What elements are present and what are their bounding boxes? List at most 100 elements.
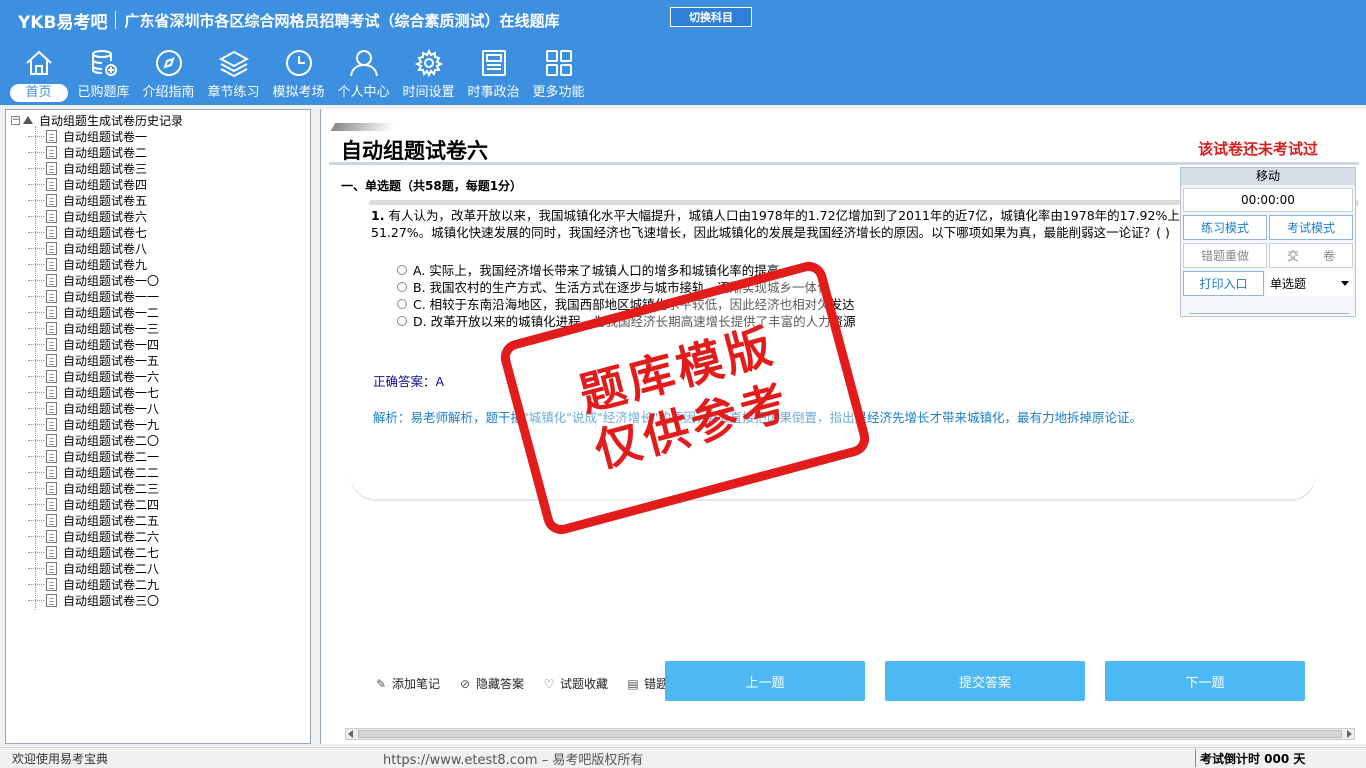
tree-item-label: 自动组题试卷一二 xyxy=(63,305,160,320)
tree-connector xyxy=(28,391,44,393)
tree-item[interactable]: 自动组题试卷一一 xyxy=(28,288,159,304)
tree-item[interactable]: 自动组题试卷一二 xyxy=(28,304,159,320)
favorite-button[interactable]: ♡ 试题收藏 xyxy=(542,675,608,692)
submit-paper-button[interactable]: 交 卷 xyxy=(1269,243,1353,268)
tree-list: 自动组题试卷一 自动组题试卷二 自动组题试卷三 自动组题试卷四 自动组题试卷五 自动组题试… xyxy=(28,128,159,608)
radio-button[interactable] xyxy=(397,281,407,292)
tree-connector xyxy=(28,535,44,537)
nav-chapter[interactable]: 章节练习 xyxy=(201,46,266,104)
tree-connector xyxy=(28,551,44,553)
prev-question-button[interactable]: 上一题 xyxy=(665,661,865,701)
tree-item[interactable]: 自动组题试卷五 xyxy=(28,192,159,208)
nav-personal[interactable]: 个人中心 xyxy=(331,46,396,104)
tree-item[interactable]: 自动组题试卷一九 xyxy=(28,416,159,432)
print-button[interactable]: 打印入口 xyxy=(1183,271,1264,296)
nav-mock-exam[interactable]: 模拟考场 xyxy=(266,46,331,104)
drag-handle[interactable]: 移动 xyxy=(1181,168,1355,185)
radio-button[interactable] xyxy=(397,315,407,326)
tree-item-label: 自动组题试卷三 xyxy=(63,161,148,176)
tree-item[interactable]: 自动组题试卷二九 xyxy=(28,576,159,592)
practice-mode-button[interactable]: 练习模式 xyxy=(1183,215,1267,240)
hide-answer-button[interactable]: ⊘ 隐藏答案 xyxy=(458,675,524,692)
radio-button[interactable] xyxy=(397,298,407,309)
tree-connector xyxy=(28,231,44,233)
tree-item[interactable]: 自动组题试卷七 xyxy=(28,224,159,240)
document-icon xyxy=(46,289,57,303)
tree-item[interactable]: 自动组题试卷一五 xyxy=(28,352,159,368)
tree-connector xyxy=(28,471,44,473)
horizontal-scrollbar[interactable] xyxy=(345,728,1355,740)
tree-connector xyxy=(28,343,44,345)
main-nav: 首页 已购题库 介绍指南 章节练习 模拟考场 个人中心 时间设置 时事政治 更多… xyxy=(6,46,591,104)
tree-connector xyxy=(28,359,44,361)
tree-item[interactable]: 自动组题试卷二二 xyxy=(28,464,159,480)
title-decoration xyxy=(330,123,396,131)
tree-item[interactable]: 自动组题试卷二三 xyxy=(28,480,159,496)
tree-connector xyxy=(28,567,44,569)
tree-item[interactable]: 自动组题试卷一三 xyxy=(28,320,159,336)
panel-divider xyxy=(1189,313,1349,314)
tree-item[interactable]: 自动组题试卷二七 xyxy=(28,544,159,560)
tree-root[interactable]: − 自动组题生成试卷历史记录 xyxy=(11,112,183,128)
tree-item[interactable]: 自动组题试卷一六 xyxy=(28,368,159,384)
nav-more[interactable]: 更多功能 xyxy=(526,46,591,104)
wrong-question-button[interactable]: ▤ 错题 xyxy=(626,675,668,692)
tree-item[interactable]: 自动组题试卷六 xyxy=(28,208,159,224)
question-stem: 1. 有人认为，改革开放以来，我国城镇化水平大幅提升，城镇人口由1978年的1.… xyxy=(371,207,1291,241)
tree-item[interactable]: 自动组题试卷二六 xyxy=(28,528,159,544)
nav-label: 首页 xyxy=(9,84,68,102)
tree-connector xyxy=(28,423,44,425)
radio-button[interactable] xyxy=(397,264,407,275)
tree-item[interactable]: 自动组题试卷二五 xyxy=(28,512,159,528)
submit-answer-button[interactable]: 提交答案 xyxy=(885,661,1085,701)
tree-item[interactable]: 自动组题试卷二四 xyxy=(28,496,159,512)
tree-item[interactable]: 自动组题试卷一 xyxy=(28,128,159,144)
scroll-right-icon[interactable] xyxy=(1347,730,1352,738)
nav-current-affairs[interactable]: 时事政治 xyxy=(461,46,526,104)
tree-item[interactable]: 自动组题试卷三〇 xyxy=(28,592,159,608)
tree-item[interactable]: 自动组题试卷一八 xyxy=(28,400,159,416)
tree-connector xyxy=(28,199,44,201)
tree-item[interactable]: 自动组题试卷二〇 xyxy=(28,432,159,448)
tree-item[interactable]: 自动组题试卷三 xyxy=(28,160,159,176)
add-note-button[interactable]: ✎ 添加笔记 xyxy=(374,675,440,692)
tree-item[interactable]: 自动组题试卷九 xyxy=(28,256,159,272)
nav-time-settings[interactable]: 时间设置 xyxy=(396,46,461,104)
question-type-select[interactable]: 单选题 xyxy=(1266,271,1353,296)
nav-guide[interactable]: 介绍指南 xyxy=(136,46,201,104)
tree-item[interactable]: 自动组题试卷二八 xyxy=(28,560,159,576)
title-bar: YKB易考吧 广东省深圳市各区综合网格员招聘考试（综合素质测试）在线题库 xyxy=(18,8,560,33)
tree-connector xyxy=(28,439,44,441)
tree-item[interactable]: 自动组题试卷二一 xyxy=(28,448,159,464)
tree-item[interactable]: 自动组题试卷一七 xyxy=(28,384,159,400)
tree-item[interactable]: 自动组题试卷一四 xyxy=(28,336,159,352)
tree-item-label: 自动组题试卷九 xyxy=(63,257,148,272)
switch-subject-button[interactable]: 切换科目 xyxy=(670,7,752,27)
tree-item-label: 自动组题试卷二八 xyxy=(63,561,160,576)
tree-item[interactable]: 自动组题试卷四 xyxy=(28,176,159,192)
collapse-icon[interactable]: − xyxy=(11,115,20,125)
nav-home[interactable]: 首页 xyxy=(6,46,71,104)
tool-label: 隐藏答案 xyxy=(476,677,525,691)
app-title: 广东省深圳市各区综合网格员招聘考试（综合素质测试）在线题库 xyxy=(124,11,560,30)
nav-purchased[interactable]: 已购题库 xyxy=(71,46,136,104)
scroll-left-icon[interactable] xyxy=(348,730,353,738)
tree-item[interactable]: 自动组题试卷一〇 xyxy=(28,272,159,288)
clock-icon xyxy=(282,46,316,80)
document-icon xyxy=(46,433,57,447)
next-question-button[interactable]: 下一题 xyxy=(1105,661,1305,701)
tree-connector xyxy=(28,375,44,377)
tree-item-label: 自动组题试卷一三 xyxy=(63,321,160,336)
scrollbar-thumb[interactable] xyxy=(358,730,1342,738)
document-icon xyxy=(46,385,57,399)
document-icon xyxy=(46,577,57,591)
redo-wrong-button[interactable]: 错题重做 xyxy=(1183,243,1267,268)
document-icon xyxy=(46,465,57,479)
nav-label: 更多功能 xyxy=(532,85,585,100)
tree-connector xyxy=(28,311,44,313)
tree-item[interactable]: 自动组题试卷二 xyxy=(28,144,159,160)
exam-mode-button[interactable]: 考试模式 xyxy=(1269,215,1353,240)
tree-connector xyxy=(28,583,44,585)
tree-connector xyxy=(28,279,44,281)
tree-item[interactable]: 自动组题试卷八 xyxy=(28,240,159,256)
